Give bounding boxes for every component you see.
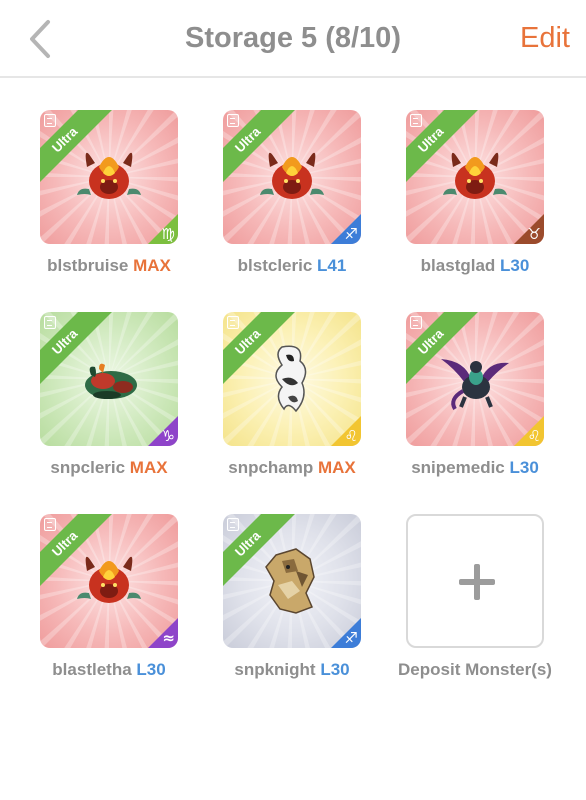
zodiac-sign-icon: ♍ <box>148 214 178 244</box>
zodiac-sign-icon: ♉ <box>514 214 544 244</box>
monster-name-label: blastglad L30 <box>366 256 584 276</box>
monster-slot: Ultra ♐ snpknight L30 <box>183 514 367 694</box>
zodiac-sign-icon: ♌ <box>331 416 361 446</box>
monster-art-white-wraith <box>252 339 332 419</box>
monster-slot: Ultra ♉ blastglad L30 <box>366 110 550 290</box>
monster-level: MAX <box>317 458 356 477</box>
book-icon <box>227 518 239 531</box>
zodiac-sign-icon: ♌ <box>514 416 544 446</box>
monster-card[interactable]: Ultra ♌ <box>223 312 361 446</box>
monster-level: L30 <box>136 660 166 679</box>
monster-name: snpchamp <box>228 458 318 477</box>
monster-grid: Ultra ♍ blstbruise MAX Ultra ♐ blstcleric L… <box>0 0 586 800</box>
monster-card[interactable]: Ultra ♑ <box>40 312 178 446</box>
book-icon <box>44 316 56 329</box>
monster-art-rock-golem <box>252 541 332 621</box>
monster-name: snpknight <box>234 660 321 679</box>
monster-name: snpcleric <box>50 458 130 477</box>
book-icon <box>410 316 422 329</box>
zodiac-sign-icon: ♐ <box>331 618 361 648</box>
monster-slot: Ultra ♐ blstcleric L41 <box>183 110 367 290</box>
monster-card[interactable]: Ultra ♉ <box>406 110 544 244</box>
monster-name: blstbruise <box>47 256 134 275</box>
monster-name-label: snipemedic L30 <box>366 458 584 478</box>
monster-level: L30 <box>320 660 350 679</box>
monster-card[interactable]: Ultra ♐ <box>223 514 361 648</box>
monster-slot: Ultra ♌ snpchamp MAX <box>183 312 367 492</box>
book-icon <box>410 114 422 127</box>
monster-art-fire-dragon <box>69 137 149 217</box>
monster-card[interactable]: Ultra ≈ <box>40 514 178 648</box>
book-icon <box>44 114 56 127</box>
deposit-slot: Deposit Monster(s) <box>398 514 586 694</box>
monster-name: snipemedic <box>411 458 510 477</box>
monster-art-fire-dragon <box>435 137 515 217</box>
deposit-label: Deposit Monster(s) <box>398 660 552 679</box>
monster-level: L30 <box>509 458 539 477</box>
monster-card[interactable]: Ultra ♐ <box>223 110 361 244</box>
monster-level: MAX <box>133 256 171 275</box>
book-icon <box>227 114 239 127</box>
book-icon <box>227 316 239 329</box>
monster-name: blastglad <box>420 256 501 275</box>
monster-art-fire-dragon <box>69 541 149 621</box>
monster-name: blstcleric <box>237 256 318 275</box>
zodiac-sign-icon: ♑ <box>148 416 178 446</box>
book-icon <box>44 518 56 531</box>
monster-slot: Ultra ♍ blstbruise MAX <box>0 110 184 290</box>
monster-slot: Ultra ≈ blastletha L30 <box>0 514 184 694</box>
monster-level: MAX <box>129 458 168 477</box>
deposit-monster-button[interactable] <box>406 514 544 648</box>
zodiac-sign-icon: ♐ <box>331 214 361 244</box>
monster-level: L41 <box>317 256 347 275</box>
monster-art-dark-dragon <box>435 339 515 419</box>
monster-card[interactable]: Ultra ♍ <box>40 110 178 244</box>
zodiac-sign-icon: ≈ <box>148 618 178 648</box>
monster-slot: Ultra ♌ snipemedic L30 <box>366 312 550 492</box>
monster-slot: Ultra ♑ snpcleric MAX <box>0 312 184 492</box>
monster-level: L30 <box>500 256 530 275</box>
monster-art-fire-dragon <box>252 137 332 217</box>
monster-card[interactable]: Ultra ♌ <box>406 312 544 446</box>
monster-art-beetle <box>69 339 149 419</box>
monster-name: blastletha <box>52 660 137 679</box>
